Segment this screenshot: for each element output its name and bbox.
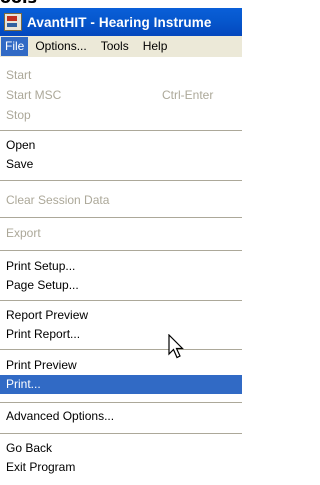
background-window-text: ools: [0, 0, 37, 8]
title-bar: AvantHIT - Hearing Instrume: [0, 8, 242, 36]
menu-item-advanced-options[interactable]: Advanced Options...: [0, 407, 242, 426]
mouse-pointer-icon: [168, 334, 184, 359]
menu-item-print-setup[interactable]: Print Setup...: [0, 257, 242, 276]
menu-file[interactable]: File: [1, 37, 29, 56]
menu-item-start-msc[interactable]: Start MSC Ctrl-Enter: [0, 86, 242, 105]
window-title: AvantHIT - Hearing Instrume: [27, 14, 212, 30]
menu-separator: [0, 433, 242, 434]
menu-item-print[interactable]: Print...: [0, 375, 242, 394]
menu-separator: [0, 180, 242, 181]
menu-item-label: Report Preview: [6, 308, 89, 322]
menu-item-label: Print Report...: [6, 327, 81, 341]
menu-item-label: Go Back: [6, 441, 53, 455]
menu-item-open[interactable]: Open: [0, 136, 242, 155]
menu-item-label: Stop: [6, 108, 31, 122]
menu-item-save[interactable]: Save: [0, 155, 242, 174]
menu-item-label: Clear Session Data: [6, 193, 110, 207]
menu-item-page-setup[interactable]: Page Setup...: [0, 276, 242, 295]
menu-separator: [0, 130, 242, 131]
menu-item-clear-session-data[interactable]: Clear Session Data: [0, 191, 242, 210]
menu-item-print-preview[interactable]: Print Preview: [0, 356, 242, 375]
menu-item-label: Export: [6, 226, 41, 240]
menu-separator: [0, 300, 242, 301]
menu-item-exit-program[interactable]: Exit Program: [0, 458, 242, 477]
menu-item-report-preview[interactable]: Report Preview: [0, 306, 242, 325]
menu-item-label: Open: [6, 138, 36, 152]
menu-separator: [0, 402, 242, 403]
menu-item-label: Print Setup...: [6, 259, 76, 273]
menu-separator: [0, 349, 242, 350]
app-icon[interactable]: [4, 13, 22, 31]
menu-item-print-report[interactable]: Print Report...: [0, 325, 242, 344]
menu-item-go-back[interactable]: Go Back: [0, 439, 242, 458]
menu-item-shortcut: Ctrl-Enter: [162, 88, 214, 102]
menu-bar: File Options... Tools Help: [0, 36, 242, 57]
menu-separator: [0, 217, 242, 218]
menu-item-export[interactable]: Export: [0, 224, 242, 243]
menu-item-label: Print...: [6, 377, 41, 391]
menu-help[interactable]: Help: [136, 37, 175, 56]
menu-item-label: Start MSC: [6, 88, 62, 102]
menu-item-label: Exit Program: [6, 460, 76, 474]
menu-item-stop[interactable]: Stop: [0, 106, 242, 125]
menu-tools[interactable]: Tools: [94, 37, 136, 56]
menu-separator: [0, 250, 242, 251]
menu-item-label: Start: [6, 68, 32, 82]
menu-item-label: Advanced Options...: [6, 409, 115, 423]
file-menu-dropdown: Start Start MSC Ctrl-Enter Stop Open Sav…: [0, 57, 242, 485]
menu-options[interactable]: Options...: [28, 37, 93, 56]
menu-item-label: Page Setup...: [6, 278, 79, 292]
menu-item-start[interactable]: Start: [0, 66, 242, 85]
menu-item-label: Print Preview: [6, 358, 77, 372]
screen: ools AvantHIT - Hearing Instrume File Op…: [0, 0, 242, 485]
menu-item-label: Save: [6, 157, 34, 171]
